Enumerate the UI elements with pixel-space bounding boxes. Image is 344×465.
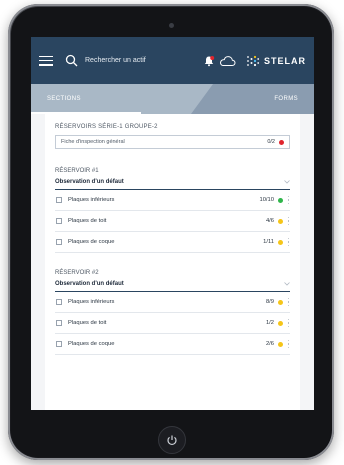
list-item[interactable]: Plaques de toit 4/6 [55,211,290,232]
power-icon [167,435,177,446]
top-bar: Rechercher un actif STELAR [31,37,314,84]
item-label: Plaques de toit [68,218,107,224]
list-item[interactable]: Plaques inférieurs 8/9 [55,292,290,313]
reservoir-section: RÉSERVOIR #2 Observation d'un défaut Pla… [55,270,290,355]
item-label: Plaques de toit [68,320,107,326]
more-options-icon[interactable] [287,340,290,348]
status-dot [279,139,284,145]
status-dot [278,341,283,347]
tab-active-indicator [31,112,141,114]
item-count: 8/9 [265,299,274,305]
item-count: 4/6 [265,218,274,224]
status-dot [278,197,283,203]
general-inspection-label: Fiche d'inspection général [61,139,125,145]
item-checkbox[interactable] [56,299,62,305]
item-checkbox[interactable] [56,320,62,326]
item-label: Plaques inférieurs [68,197,115,203]
logo-dots-icon [247,55,260,66]
search-icon[interactable] [65,54,78,67]
list-item[interactable]: Plaques de toit 1/2 [55,313,290,334]
observation-header[interactable]: Observation d'un défaut [55,179,290,190]
general-inspection-count: 0/2 [267,139,275,145]
group-title: RÉSERVOIRS SÉRIE-1 GROUPE-2 [55,124,158,130]
observation-header[interactable]: Observation d'un défaut [55,281,290,292]
more-options-icon[interactable] [287,319,290,327]
general-inspection-row[interactable]: Fiche d'inspection général 0/2 [55,135,290,149]
reservoir-section: RÉSERVOIR #1 Observation d'un défaut Pla… [55,168,290,253]
home-button[interactable] [158,426,186,454]
stelar-logo: STELAR [246,54,306,68]
item-checkbox[interactable] [56,341,62,347]
cloud-icon[interactable] [219,55,236,67]
item-label: Plaques de coque [68,341,115,347]
list-item[interactable]: Plaques de coque 2/6 [55,334,290,355]
observation-label: Observation d'un défaut [55,281,124,287]
tab-sections-label: SECTIONS [47,96,81,102]
item-count: 2/6 [265,341,274,347]
item-checkbox[interactable] [56,218,62,224]
item-label: Plaques de coque [68,239,115,245]
status-dot [278,299,283,305]
more-options-icon[interactable] [287,196,290,204]
status-dot [278,218,283,224]
tab-forms-label: FORMS [274,96,298,102]
item-checkbox[interactable] [56,239,62,245]
sections-content: RÉSERVOIRS SÉRIE-1 GROUPE-2 Fiche d'insp… [45,114,300,410]
more-options-icon[interactable] [287,298,290,306]
item-label: Plaques inférieurs [68,299,115,305]
logo-text: STELAR [264,55,306,66]
more-options-icon[interactable] [287,238,290,246]
camera-icon [169,23,174,28]
chevron-down-icon[interactable] [284,282,290,286]
list-item[interactable]: Plaques inférieurs 10/10 [55,190,290,211]
hamburger-menu-icon[interactable] [39,55,53,66]
tab-bar: SECTIONS FORMS [31,84,314,114]
item-checkbox[interactable] [56,197,62,203]
chevron-down-icon[interactable] [284,180,290,184]
search-input[interactable]: Rechercher un actif [85,57,203,64]
item-count: 1/2 [265,320,274,326]
app-screen: Rechercher un actif STELAR SECTIONS FORM… [31,37,314,410]
reservoir-title: RÉSERVOIR #2 [55,270,99,276]
more-options-icon[interactable] [287,217,290,225]
reservoir-title: RÉSERVOIR #1 [55,168,99,174]
status-dot [278,320,283,326]
status-dot [278,239,283,245]
tab-sections[interactable]: SECTIONS [31,84,213,114]
bell-icon[interactable] [203,55,215,67]
item-count: 10/10 [259,197,274,203]
observation-label: Observation d'un défaut [55,179,124,185]
item-count: 1/11 [263,239,274,245]
list-item[interactable]: Plaques de coque 1/11 [55,232,290,253]
